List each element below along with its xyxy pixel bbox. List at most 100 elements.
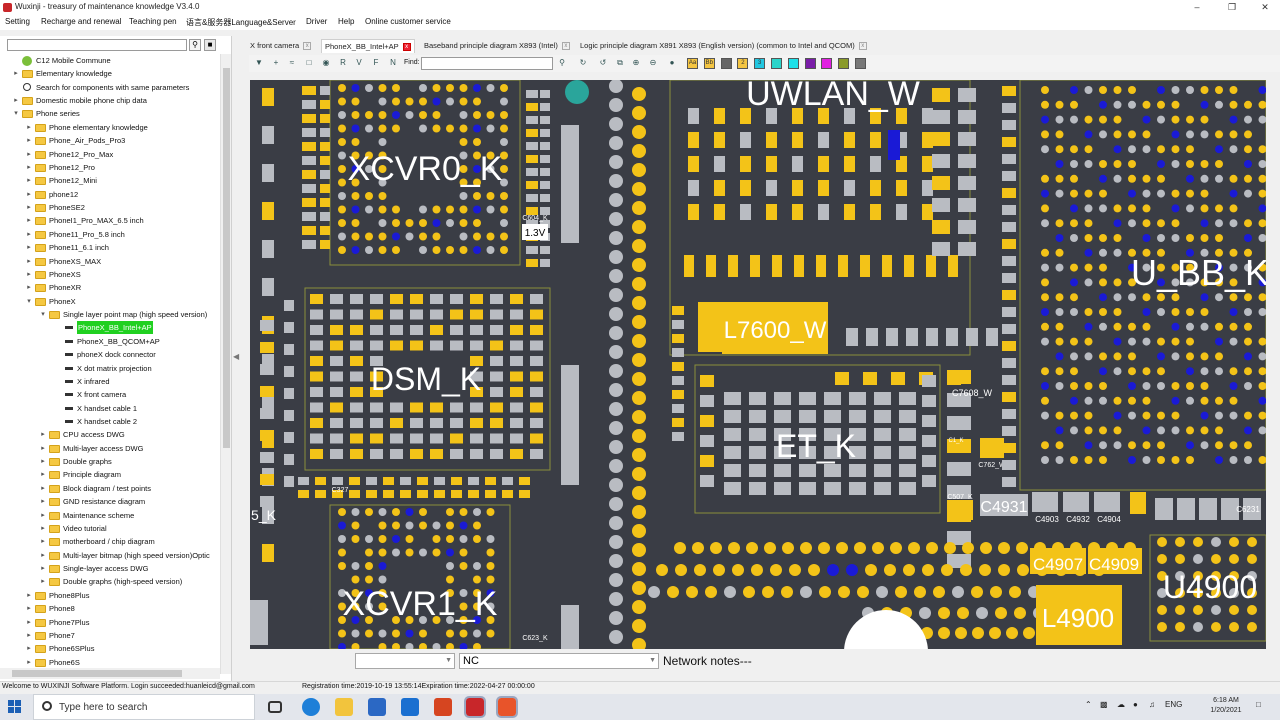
tree-item[interactable]: ▸ GND resistance diagram	[39, 495, 210, 508]
tree-horizontal-scrollbar[interactable]	[0, 668, 220, 679]
tree-item[interactable]: ▸ Multi-layer bitmap (high speed version)…	[39, 549, 210, 562]
tree-clear-button[interactable]: ■	[204, 39, 216, 51]
color-swatch[interactable]: 3	[754, 58, 766, 69]
minimize-button[interactable]: –	[1182, 0, 1212, 15]
tree-item[interactable]: X infrared	[53, 375, 210, 388]
tree-item[interactable]: ▸ Phone12_Mini	[25, 174, 210, 187]
expand-icon[interactable]: ▸	[39, 442, 47, 455]
tree-item[interactable]: ▸ PhoneI1_Pro_MAX_6.5 inch	[25, 214, 210, 227]
expand-icon[interactable]: ▸	[25, 174, 33, 187]
expand-icon[interactable]: ▸	[12, 67, 20, 80]
net-layer-select[interactable]: ▼	[355, 653, 455, 669]
wuxinji-taskbar-icon[interactable]	[464, 696, 486, 718]
collapse-icon[interactable]: ▾	[39, 308, 47, 321]
color-swatch[interactable]	[787, 58, 799, 69]
expand-icon[interactable]: ▸	[25, 121, 33, 134]
tree-item[interactable]: Search for components with same paramete…	[12, 81, 210, 94]
expand-icon[interactable]: ▸	[39, 562, 47, 575]
select-icon[interactable]: □	[303, 57, 315, 69]
file-explorer-icon[interactable]	[335, 698, 353, 716]
tree-item[interactable]: ▸ Principle diagram	[39, 468, 210, 481]
tab-close-icon[interactable]: x	[858, 42, 867, 51]
board-canvas[interactable]: XCVR0_K C604_K 1.3V DSM_K C327 XCVR1_K J5_K C62…	[250, 80, 1266, 649]
expand-icon[interactable]: ▸	[39, 482, 47, 495]
tree-item[interactable]: X handset cable 1	[53, 402, 210, 415]
search-icon[interactable]: ⚲	[556, 57, 568, 69]
tree-item[interactable]: X handset cable 2	[53, 415, 210, 428]
expand-icon[interactable]: ▸	[25, 134, 33, 147]
tree-item[interactable]: ▸ Maintenance scheme	[39, 509, 210, 522]
tree-item[interactable]: ▸ Video tutorial	[39, 522, 210, 535]
color-swatch[interactable]: Aa	[687, 58, 698, 69]
color-swatch[interactable]	[838, 58, 850, 69]
tree-item[interactable]: PhoneX_BB_Intel+AP	[53, 321, 210, 335]
tab-close-icon[interactable]: x	[303, 42, 312, 51]
tree-item[interactable]: ▸ Phone8Plus	[25, 589, 210, 602]
edge-browser-icon[interactable]	[302, 698, 320, 716]
tree-item[interactable]: ▸ phone12	[25, 188, 210, 201]
tree-item[interactable]: ▸ PhoneSE2	[25, 201, 210, 214]
tree-item[interactable]: ▸ Phone_Air_Pods_Pro3	[25, 134, 210, 147]
language-indicator[interactable]: ENG	[1165, 700, 1182, 709]
menu-online-service[interactable]: Online customer service	[365, 17, 451, 26]
cloud-icon[interactable]: ☁	[1117, 700, 1125, 709]
expand-icon[interactable]: ▸	[39, 549, 47, 562]
expand-icon[interactable]: ▸	[25, 281, 33, 294]
tab-close-icon[interactable]: x	[561, 42, 570, 51]
zoom-out-icon[interactable]: ⊖	[647, 57, 659, 69]
expand-icon[interactable]: ▸	[25, 228, 33, 241]
windows-start-icon[interactable]	[8, 700, 21, 713]
expand-icon[interactable]: ▸	[25, 616, 33, 629]
volume-icon[interactable]: ♫	[1149, 700, 1155, 709]
flip-icon[interactable]: F	[370, 57, 382, 69]
expand-icon[interactable]: ▸	[25, 602, 33, 615]
expand-icon[interactable]: ▸	[25, 241, 33, 254]
tray-chevron-icon[interactable]: ⌃	[1085, 700, 1092, 709]
expand-icon[interactable]: ▸	[25, 656, 33, 669]
tree-item[interactable]: ▸ Phone7	[25, 629, 210, 642]
tab-logic-principle[interactable]: Logic principle diagram X891 X893 (Engli…	[580, 39, 867, 53]
maximize-button[interactable]: ❐	[1217, 0, 1247, 15]
color-swatch[interactable]	[720, 58, 732, 69]
store-icon[interactable]	[368, 698, 386, 716]
tree-item[interactable]: ▸ Single-layer access DWG	[39, 562, 210, 575]
menu-language-server[interactable]: 语言&服务器Language&Server	[186, 17, 296, 28]
layer-icon[interactable]: ≈	[286, 57, 298, 69]
tree-item[interactable]: X front camera	[53, 388, 210, 401]
tree-item[interactable]: ▸ Elementary knowledge	[12, 67, 210, 80]
tree-item[interactable]: ▸ Phone12_Pro_Max	[25, 148, 210, 161]
tree-item[interactable]: ▸ PhoneXS	[25, 268, 210, 281]
network-icon[interactable]: ▩	[1100, 700, 1108, 709]
menu-setting[interactable]: Setting	[5, 17, 30, 26]
tree-item[interactable]: ▸ Double graphs (high-speed version)	[39, 575, 210, 588]
vertical-flip-icon[interactable]: V	[353, 57, 365, 69]
tree-item[interactable]: ▸ Domestic mobile phone chip data	[12, 94, 210, 107]
tree-search-input[interactable]	[7, 39, 187, 51]
tree-item[interactable]: ▸ Multi-layer access DWG	[39, 442, 210, 455]
tree-item[interactable]: PhoneX_BB_QCOM+AP	[53, 335, 210, 348]
color-swatch[interactable]	[855, 58, 866, 69]
tree-item[interactable]: ▸ Phone6SPlus	[25, 642, 210, 655]
expand-icon[interactable]: ▸	[25, 148, 33, 161]
tree-item[interactable]: ▸ Block diagram / test points	[39, 482, 210, 495]
expand-icon[interactable]: ▸	[25, 201, 33, 214]
color-wheel-icon[interactable]: ●	[666, 57, 678, 69]
tree-item[interactable]: ▸ Phone6S	[25, 656, 210, 669]
expand-icon[interactable]: ▸	[25, 255, 33, 268]
tree-item[interactable]: ▸ PhoneXR	[25, 281, 210, 294]
microphone-icon[interactable]: ●	[1133, 700, 1138, 709]
tree-search-button[interactable]: ⚲	[189, 39, 201, 51]
reset-view-icon[interactable]: ↺	[597, 57, 609, 69]
tree-item[interactable]: ▸ Phone elementary knowledge	[25, 121, 210, 134]
color-swatch[interactable]: 2	[737, 58, 749, 69]
expand-icon[interactable]: ▸	[39, 428, 47, 441]
expand-icon[interactable]: ▸	[25, 589, 33, 602]
tab-x-front-camera[interactable]: X front camera x	[250, 39, 312, 53]
expand-icon[interactable]: ▸	[25, 214, 33, 227]
tree-vertical-scrollbar[interactable]	[220, 54, 231, 674]
tree-item[interactable]: ▾ Single layer point map (high speed vers…	[39, 308, 210, 321]
zoom-in-icon[interactable]: ⊕	[630, 57, 642, 69]
expand-icon[interactable]: ▸	[12, 94, 20, 107]
menu-teaching-pen[interactable]: Teaching pen	[129, 17, 177, 26]
task-view-icon[interactable]	[268, 701, 282, 713]
